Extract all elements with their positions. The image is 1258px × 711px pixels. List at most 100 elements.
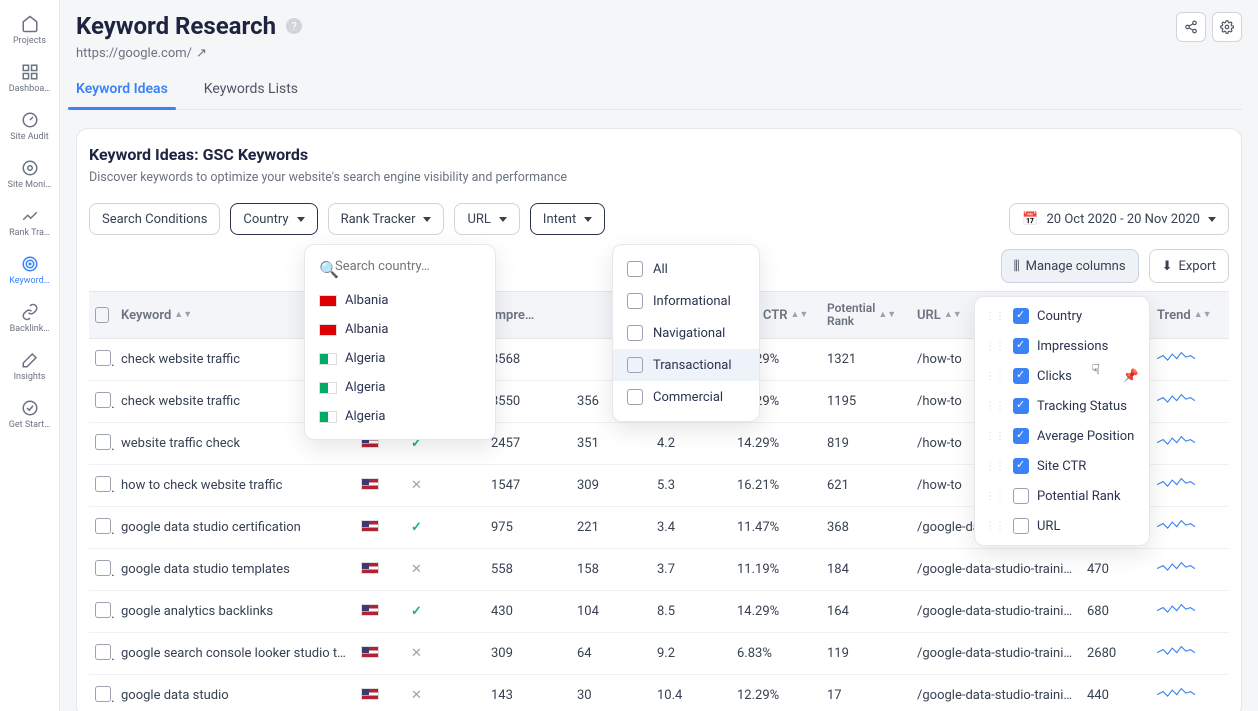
sidebar-item-siteaudit[interactable]: Site Audit	[0, 104, 59, 152]
intent-checkbox[interactable]	[627, 293, 643, 309]
sidebar-item-label: Site Audit	[10, 132, 48, 142]
cell-avg: 3.7	[651, 562, 731, 577]
row-checkbox[interactable]	[95, 476, 111, 492]
column-option[interactable]: ⋮⋮Tracking Status	[975, 391, 1149, 421]
country-option[interactable]: Albania	[305, 286, 495, 315]
column-checkbox[interactable]	[1013, 488, 1029, 504]
column-option[interactable]: ⋮⋮Clicks📌	[975, 361, 1149, 391]
sidebar-item-dashboa[interactable]: Dashboa…	[0, 56, 59, 104]
drag-handle-icon[interactable]: ⋮⋮	[985, 341, 1005, 352]
sidebar-item-label: Insights	[14, 372, 46, 382]
flag-icon	[361, 562, 379, 574]
cell-rank: 17	[821, 688, 911, 703]
filter-url[interactable]: URL	[454, 203, 519, 235]
cell-ctr: 6.83%	[731, 646, 821, 661]
column-checkbox[interactable]	[1013, 518, 1029, 534]
column-label: Site CTR	[1037, 459, 1086, 474]
drag-handle-icon[interactable]: ⋮⋮	[985, 401, 1005, 412]
flag-icon	[361, 478, 379, 490]
filter-country[interactable]: Country	[230, 203, 317, 235]
drag-handle-icon[interactable]: ⋮⋮	[985, 521, 1005, 532]
column-option[interactable]: ⋮⋮Country	[975, 301, 1149, 331]
drag-handle-icon[interactable]: ⋮⋮	[985, 491, 1005, 502]
cell-keyword: google data studio templates	[115, 562, 355, 577]
row-checkbox[interactable]	[95, 602, 111, 618]
column-option[interactable]: ⋮⋮URL	[975, 511, 1149, 541]
row-checkbox[interactable]	[95, 434, 111, 450]
tab-keywords-lists[interactable]: Keywords Lists	[204, 81, 298, 109]
column-checkbox[interactable]	[1013, 428, 1029, 444]
column-checkbox[interactable]	[1013, 398, 1029, 414]
column-checkbox[interactable]	[1013, 308, 1029, 324]
pin-icon[interactable]: 📌	[1123, 369, 1139, 384]
col-impressions[interactable]: Impre…	[485, 308, 571, 323]
country-option[interactable]: Algeria	[305, 373, 495, 402]
intent-checkbox[interactable]	[627, 261, 643, 277]
table-row[interactable]: google data studio templates✕5581583.711…	[89, 549, 1229, 591]
sidebar-item-backlink[interactable]: Backlink…	[0, 296, 59, 344]
drag-handle-icon[interactable]: ⋮⋮	[985, 461, 1005, 472]
row-checkbox[interactable]	[95, 392, 111, 408]
intent-option[interactable]: Informational	[613, 285, 759, 317]
intent-checkbox[interactable]	[627, 389, 643, 405]
intent-option[interactable]: Navigational	[613, 317, 759, 349]
manage-columns-button[interactable]: ⫼ Manage columns	[1001, 249, 1139, 283]
cell-impressions: 3568	[485, 352, 571, 367]
intent-checkbox[interactable]	[627, 325, 643, 341]
site-url[interactable]: https://google.com/ ↗	[76, 46, 302, 61]
filter-rank-tracker[interactable]: Rank Tracker	[328, 203, 445, 235]
table-row[interactable]: google search console looker studio temp…	[89, 633, 1229, 675]
site-url-text: https://google.com/	[76, 46, 192, 61]
sidebar-item-sitemoni[interactable]: Site Moni…	[0, 152, 59, 200]
country-option[interactable]: Algeria	[305, 344, 495, 373]
column-option[interactable]: ⋮⋮ Site CTR	[975, 451, 1149, 481]
tab-keyword-ideas[interactable]: Keyword Ideas	[76, 81, 168, 109]
table-row[interactable]: google analytics backlinks✓4301048.514.2…	[89, 591, 1229, 633]
country-search-input[interactable]	[313, 253, 487, 280]
cell-rank: 1321	[821, 352, 911, 367]
row-checkbox[interactable]	[95, 518, 111, 534]
table-row[interactable]: google data studio✕1433010.412.29%17/goo…	[89, 675, 1229, 711]
intent-option[interactable]: All	[613, 253, 759, 285]
column-checkbox[interactable]	[1013, 338, 1029, 354]
sidebar-item-insights[interactable]: Insights	[0, 344, 59, 392]
row-checkbox[interactable]	[95, 686, 111, 702]
column-option[interactable]: ⋮⋮Average Position	[975, 421, 1149, 451]
sidebar-item-getstart[interactable]: Get Start…	[0, 392, 59, 440]
drag-handle-icon[interactable]: ⋮⋮	[985, 371, 1005, 382]
column-option[interactable]: ⋮⋮Potential Rank	[975, 481, 1149, 511]
sidebar-item-projects[interactable]: Projects	[0, 8, 59, 56]
country-option[interactable]: Algeria	[305, 402, 495, 431]
share-button[interactable]	[1176, 12, 1206, 42]
col-rank[interactable]: Potential Rank▲▼	[821, 302, 911, 328]
country-option[interactable]: Albania	[305, 315, 495, 344]
col-trend[interactable]: Trend▲▼	[1151, 308, 1211, 323]
column-checkbox[interactable]	[1013, 458, 1029, 474]
cell-trend	[1151, 558, 1201, 582]
date-range-picker[interactable]: 📅 20 Oct 2020 - 20 Nov 2020	[1009, 203, 1229, 235]
sidebar-item-ranktra[interactable]: Rank Tra…	[0, 200, 59, 248]
filter-search-conditions[interactable]: Search Conditions	[89, 203, 220, 235]
sidebar-item-keyword[interactable]: Keyword…	[0, 248, 59, 296]
chevron-down-icon	[297, 217, 305, 222]
filter-intent[interactable]: Intent	[530, 203, 605, 235]
row-checkbox[interactable]	[95, 350, 111, 366]
settings-button[interactable]	[1212, 12, 1242, 42]
select-all-checkbox[interactable]	[95, 307, 109, 323]
column-checkbox[interactable]	[1013, 368, 1029, 384]
cell-volume: 440	[1081, 688, 1151, 703]
cell-rank: 1195	[821, 394, 911, 409]
export-button[interactable]: ⬇ Export	[1149, 249, 1229, 283]
intent-option[interactable]: Transactional	[613, 349, 759, 381]
calendar-icon: 📅	[1022, 212, 1038, 227]
drag-handle-icon[interactable]: ⋮⋮	[985, 431, 1005, 442]
column-option[interactable]: ⋮⋮Impressions	[975, 331, 1149, 361]
row-checkbox[interactable]	[95, 560, 111, 576]
help-icon[interactable]: ?	[286, 18, 302, 34]
intent-option[interactable]: Commercial	[613, 381, 759, 413]
drag-handle-icon[interactable]: ⋮⋮	[985, 311, 1005, 322]
row-checkbox[interactable]	[95, 644, 111, 660]
intent-checkbox[interactable]	[627, 357, 643, 373]
cell-ctr: 11.19%	[731, 562, 821, 577]
columns-icon: ⫼	[1014, 259, 1020, 274]
